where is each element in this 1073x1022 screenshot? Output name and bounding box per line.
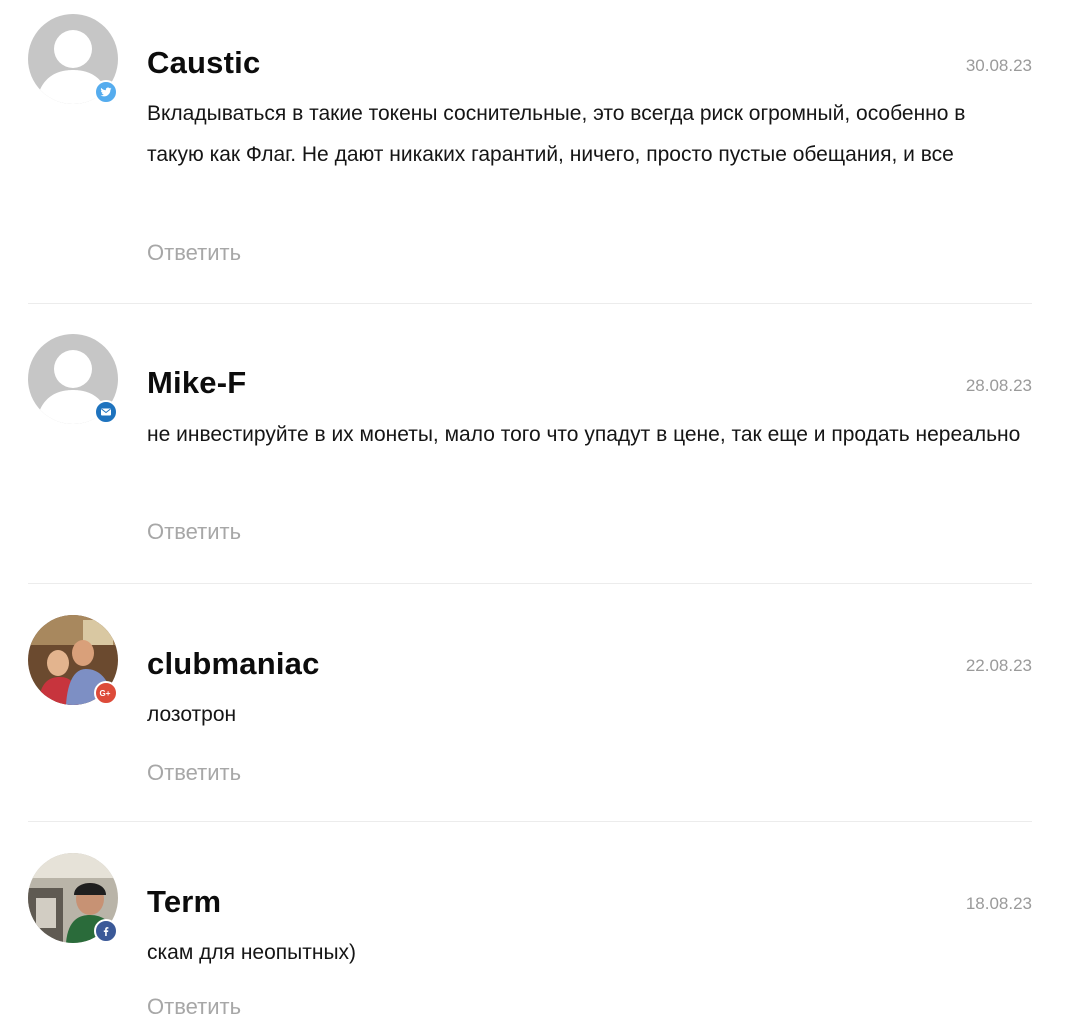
svg-text:G+: G+: [100, 689, 111, 698]
comment-date: 18.08.23: [965, 894, 1032, 913]
comment-list: Caustic 30.08.23 Вкладываться в такие то…: [28, 0, 1032, 1022]
reply-button[interactable]: Ответить: [147, 240, 241, 266]
comment-author: Mike-F: [147, 365, 247, 400]
facebook-icon: [94, 919, 118, 943]
comment-text: не инвестируйте в их монеты, мало того ч…: [147, 423, 1021, 446]
comment-text: лозотрон: [147, 703, 237, 726]
comment-date: 30.08.23: [965, 56, 1032, 75]
comment-date: 28.08.23: [965, 376, 1032, 395]
comment-item: G+ clubmaniac 22.08.23 лозотрон Ответить: [28, 584, 1032, 822]
comment-item: Term 18.08.23 скам для неопытных) Ответи…: [28, 822, 1032, 1022]
avatar-container: G+: [28, 615, 118, 705]
comment-author: clubmaniac: [147, 646, 320, 681]
comment-author: Caustic: [147, 45, 261, 80]
avatar-container: [28, 14, 118, 104]
comment-item: Caustic 30.08.23 Вкладываться в такие то…: [28, 0, 1032, 304]
reply-button[interactable]: Ответить: [147, 760, 241, 786]
avatar-container: [28, 853, 118, 943]
reply-button[interactable]: Ответить: [147, 519, 241, 545]
comment-author: Term: [147, 884, 222, 919]
twitter-icon: [94, 80, 118, 104]
comment-text: скам для неопытных): [147, 941, 357, 964]
google-plus-icon: G+: [94, 681, 118, 705]
mail-icon: [94, 400, 118, 424]
comment-text: Вкладываться в такие токены соснительные…: [147, 102, 966, 166]
reply-button[interactable]: Ответить: [147, 994, 241, 1020]
avatar-container: [28, 334, 118, 424]
comment-item: Mike-F 28.08.23 не инвестируйте в их мон…: [28, 304, 1032, 584]
comment-date: 22.08.23: [965, 656, 1032, 675]
